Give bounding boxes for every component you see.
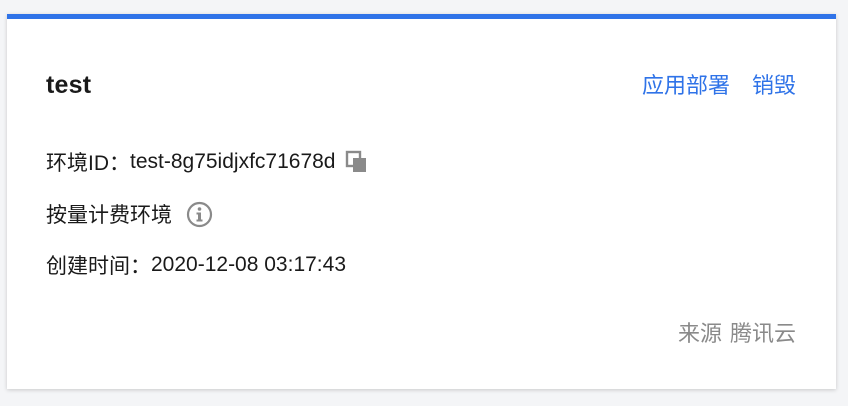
source-value: 腾讯云: [729, 321, 796, 346]
source-info: 来源 腾讯云: [678, 316, 796, 348]
card-actions: 应用部署 销毁: [642, 68, 796, 100]
card-accent-bar: [7, 14, 836, 19]
copy-icon[interactable]: [345, 150, 369, 174]
deploy-app-button[interactable]: 应用部署: [642, 68, 730, 100]
created-value: 2020-12-08 03:17:43: [151, 253, 346, 276]
env-id-value: test-8g75idjxfc71678d: [130, 150, 336, 173]
created-label: 创建时间：: [46, 255, 151, 278]
info-icon[interactable]: [186, 201, 213, 228]
billing-label: 按量计费环境: [46, 204, 172, 227]
env-id-row: 环境ID： test-8g75idjxfc71678d: [46, 147, 369, 177]
created-row: 创建时间： 2020-12-08 03:17:43: [46, 250, 346, 280]
destroy-button[interactable]: 销毁: [752, 68, 796, 100]
env-id-label: 环境ID：: [46, 152, 130, 175]
environment-title: test: [46, 71, 92, 99]
billing-row: 按量计费环境: [46, 199, 213, 229]
source-label: 来源: [677, 321, 722, 346]
environment-card: test 应用部署 销毁 环境ID： test-8g75idjxfc71678d…: [7, 14, 836, 389]
